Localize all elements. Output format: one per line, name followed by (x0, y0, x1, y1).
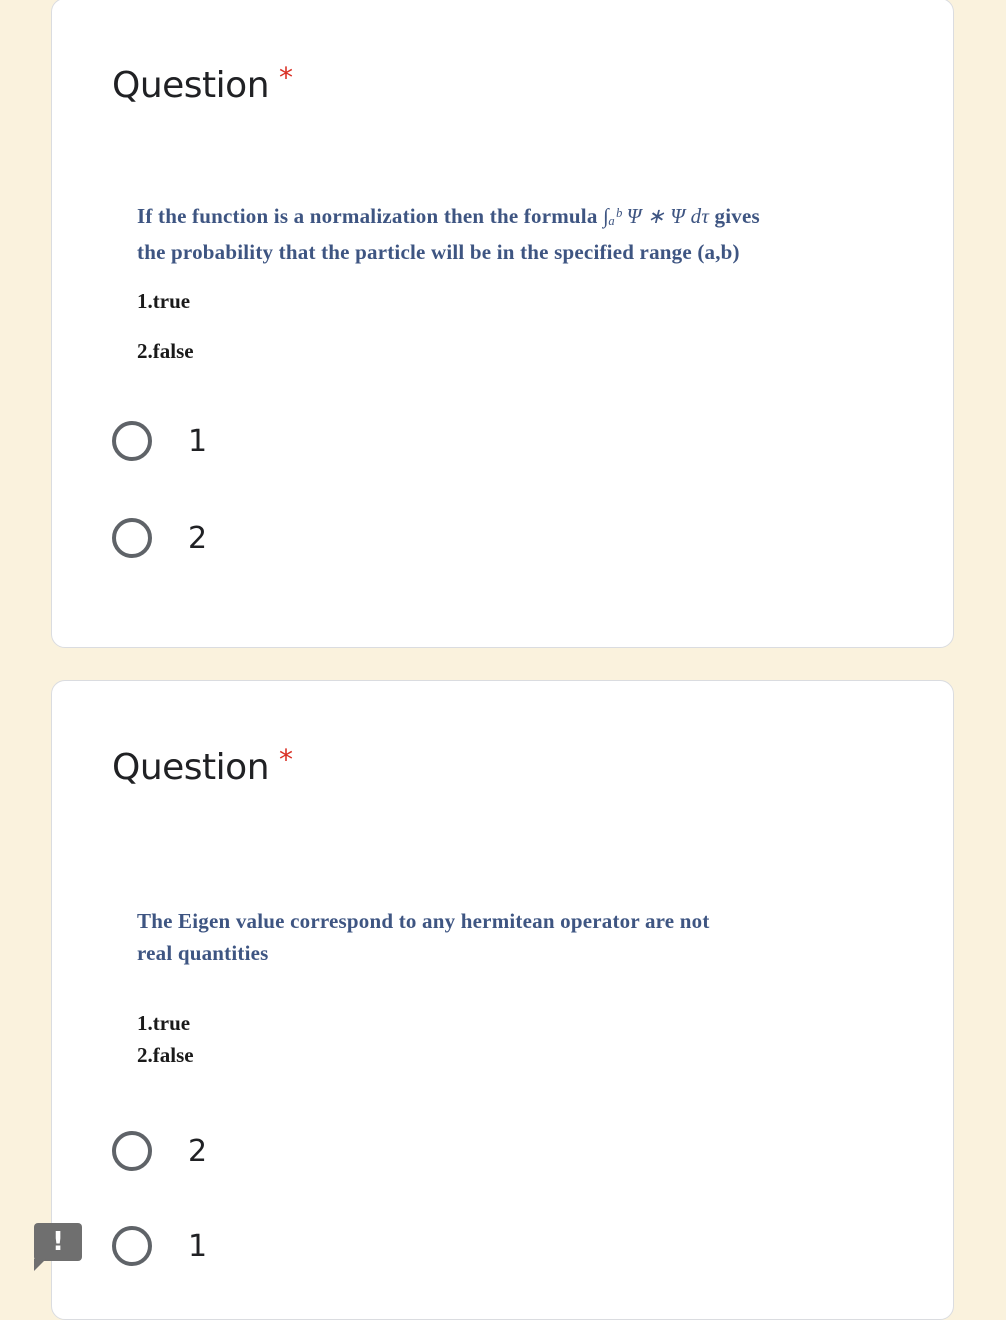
option-line: 1.true (137, 289, 191, 313)
question-text-line: the probability that the particle will b… (137, 240, 740, 264)
radio-label: 1 (188, 423, 208, 459)
radio-option-2[interactable]: 2 (112, 518, 207, 558)
radio-label: 2 (188, 1133, 208, 1169)
question-text-line: real quantities (137, 941, 269, 965)
question-text: If the function is a normalization then … (137, 198, 760, 270)
integral-formula: ∫ₐᵇ Ψ ∗ Ψ dτ (602, 204, 710, 228)
radio-button[interactable] (112, 421, 152, 461)
radio-label: 2 (188, 520, 208, 556)
radio-option-1[interactable]: 1 (112, 1226, 207, 1266)
radio-button[interactable] (112, 1226, 152, 1266)
radio-option-1[interactable]: 1 (112, 421, 207, 461)
radio-option-2[interactable]: 2 (112, 1131, 207, 1171)
question-title: Question * (112, 743, 293, 788)
question-card-1: Question * If the function is a normaliza… (51, 0, 954, 648)
option-line: 2.false (137, 339, 194, 363)
report-issue-icon[interactable]: ! (34, 1223, 82, 1271)
question-title: Question * (112, 61, 293, 106)
option-line: 1.true (137, 1011, 191, 1035)
option-line: 2.false (137, 1043, 194, 1067)
question-text: The Eigen value correspond to any hermit… (137, 905, 710, 969)
radio-button[interactable] (112, 1131, 152, 1171)
question-title-text: Question (112, 65, 270, 106)
question-title-text: Question (112, 747, 270, 788)
question-text-line: The Eigen value correspond to any hermit… (137, 909, 710, 933)
question-card-2: Question * The Eigen value correspond to … (51, 680, 954, 1320)
radio-label: 1 (188, 1228, 208, 1264)
required-asterisk: * (279, 743, 293, 776)
radio-button[interactable] (112, 518, 152, 558)
question-text-part: gives (709, 204, 760, 228)
required-asterisk: * (279, 61, 293, 94)
question-text-part: If the function is a normalization then … (137, 204, 603, 228)
exclamation-icon: ! (52, 1227, 64, 1257)
